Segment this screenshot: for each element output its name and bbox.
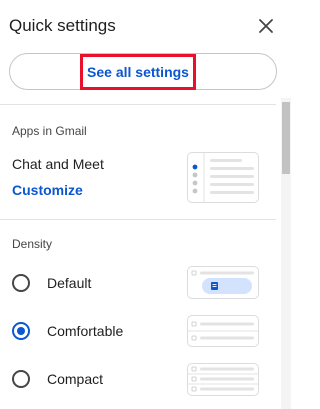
density-option-compact[interactable]: Compact [0, 364, 180, 394]
customize-link[interactable]: Customize [12, 182, 83, 198]
density-option-label: Default [47, 275, 92, 291]
quick-settings-header: Quick settings [0, 0, 291, 52]
density-default-thumbnail[interactable] [187, 266, 259, 299]
density-option-label: Comfortable [47, 323, 124, 339]
density-compact-thumbnail[interactable] [187, 363, 259, 396]
density-comfortable-thumbnail[interactable] [187, 315, 259, 347]
divider [0, 104, 276, 105]
scrollbar-thumb[interactable] [282, 102, 290, 174]
divider [0, 219, 276, 220]
radio-button-comfortable[interactable] [12, 322, 30, 340]
close-icon[interactable] [256, 16, 276, 36]
radio-button-compact[interactable] [12, 370, 30, 388]
radio-button-default[interactable] [12, 274, 30, 292]
density-option-default[interactable]: Default [0, 268, 180, 298]
apps-section-heading: Apps in Gmail [12, 124, 87, 138]
panel-title: Quick settings [9, 16, 116, 35]
chat-meet-layout-thumbnail[interactable] [187, 152, 259, 203]
chat-and-meet-label: Chat and Meet [12, 156, 104, 172]
density-section-heading: Density [12, 237, 53, 251]
quick-settings-panel: Quick settings See all settings Apps in … [0, 0, 291, 409]
density-option-label: Compact [47, 371, 104, 387]
density-option-comfortable[interactable]: Comfortable [0, 316, 180, 346]
see-all-settings-label[interactable]: See all settings [80, 54, 196, 90]
